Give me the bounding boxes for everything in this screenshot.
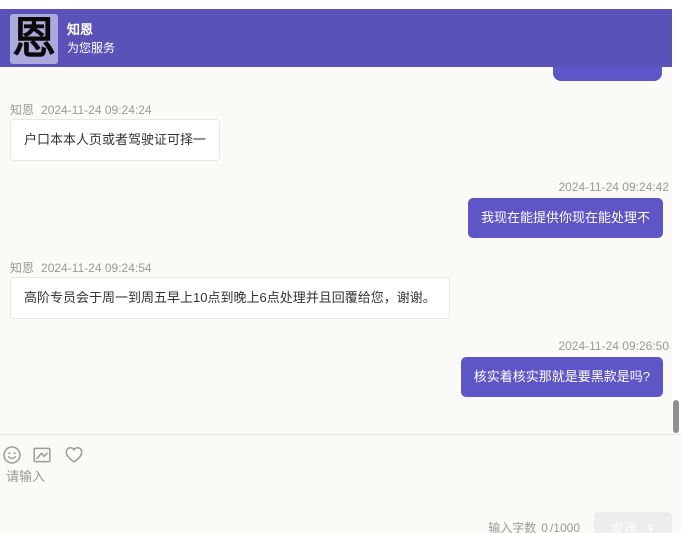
heart-icon[interactable] — [64, 445, 84, 465]
brand-block: 知恩 为您服务 — [67, 21, 115, 56]
message-timestamp: 2024-11-24 09:24:54 — [41, 261, 152, 275]
message-incoming: 户口本本人页或者驾驶证可择一 — [10, 119, 220, 161]
message-incoming: 高阶专员会于周一到周五早上10点到晚上6点处理并且回覆给您，谢谢。 — [10, 277, 450, 319]
message-timestamp: 2024-11-24 09:24:42 — [558, 180, 669, 194]
message-timestamp: 2024-11-24 09:26:50 — [558, 339, 669, 353]
message-outgoing: 核实着核实那就是要黑款是吗? — [461, 357, 663, 397]
scrollbar-thumb[interactable] — [673, 400, 679, 433]
message-input[interactable] — [6, 466, 446, 514]
send-button[interactable]: 发送 ∨ — [594, 512, 672, 533]
emoji-icon[interactable] — [2, 445, 22, 465]
char-count-label: 输入字数 — [488, 521, 536, 533]
char-count: 输入字数 0/1000 — [488, 519, 580, 533]
message-timestamp: 2024-11-24 09:24:24 — [41, 103, 152, 117]
message-meta: 知恩 2024-11-24 09:24:54 — [10, 259, 152, 276]
sender-name: 知恩 — [10, 261, 34, 275]
chevron-down-icon[interactable]: ∨ — [647, 520, 656, 533]
brand-name: 知恩 — [67, 21, 115, 38]
scrollbar-track[interactable] — [672, 0, 681, 434]
message-meta: 知恩 2024-11-24 09:24:24 — [10, 101, 152, 118]
char-count-value: 0 — [541, 521, 548, 533]
chat-header: 恩 知恩 为您服务 — [0, 9, 672, 67]
char-count-limit: /1000 — [550, 521, 580, 533]
message-outgoing: 我现在能提供你现在能处理不 — [468, 198, 663, 238]
composer-divider — [0, 434, 681, 435]
sender-name: 知恩 — [10, 103, 34, 117]
image-icon[interactable] — [32, 445, 52, 465]
send-button-label: 发送 — [611, 518, 637, 533]
chat-window: 知恩 2024-11-24 09:24:24 户口本本人页或者驾驶证可择一 202… — [0, 0, 681, 533]
brand-tagline: 为您服务 — [67, 40, 115, 56]
brand-logo: 恩 — [10, 14, 58, 64]
